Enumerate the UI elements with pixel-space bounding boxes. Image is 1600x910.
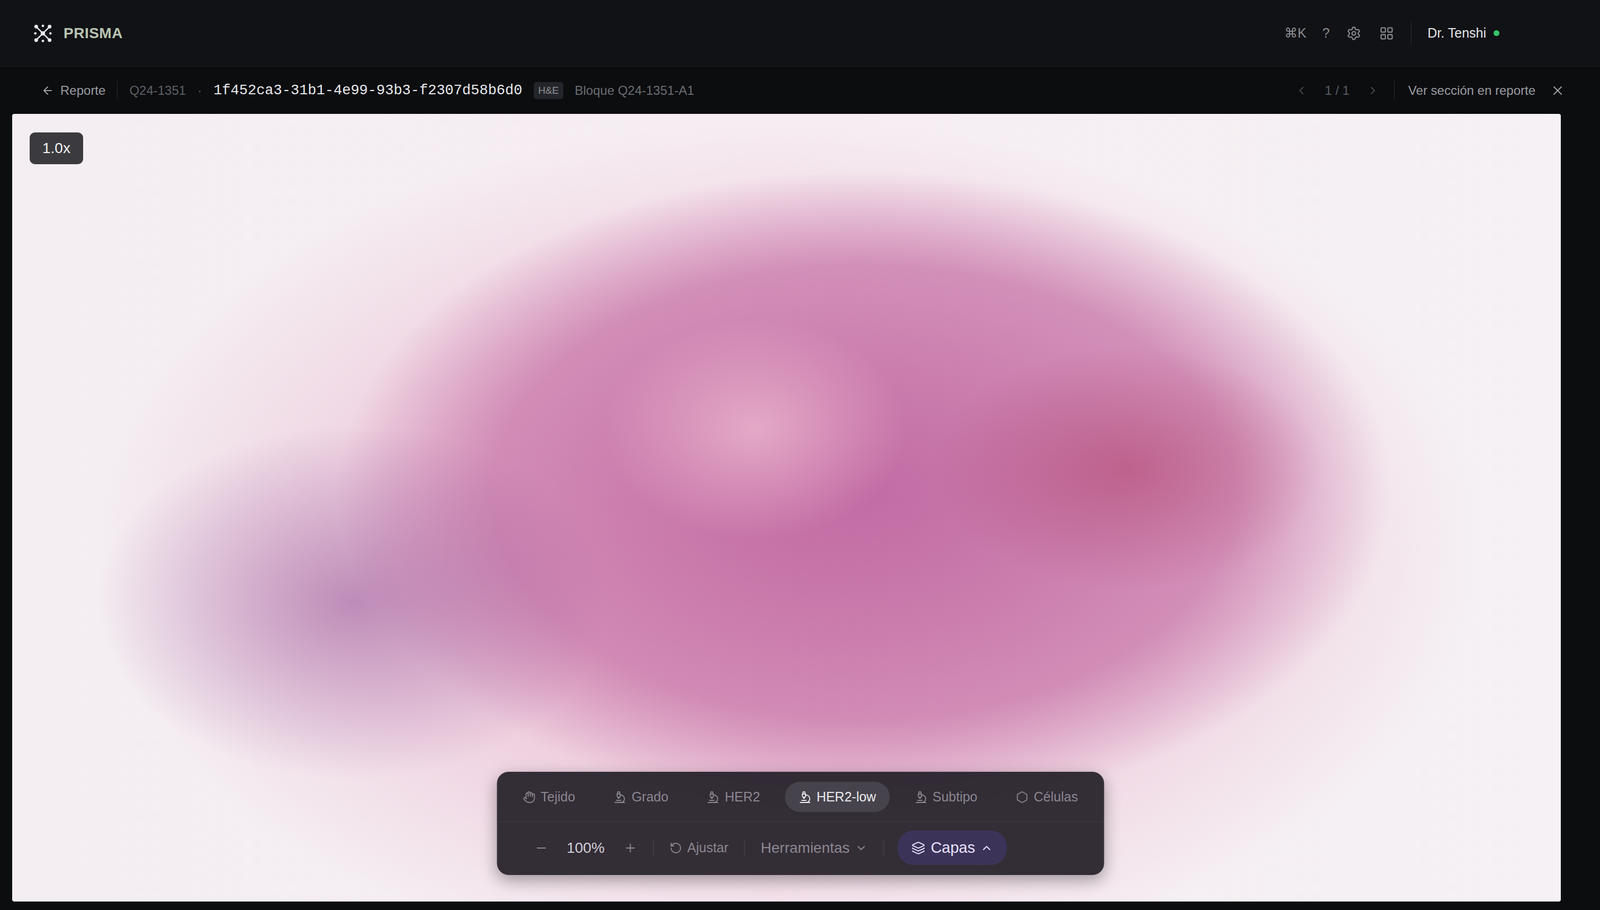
- help-button[interactable]: ?: [1322, 25, 1330, 41]
- layers-button[interactable]: Capas: [897, 830, 1008, 865]
- arrow-left-icon: [41, 84, 55, 97]
- header-actions: ⌘K? Dr. Tenshi: [1284, 21, 1500, 46]
- microscope-icon: [613, 790, 627, 804]
- apps-button[interactable]: [1378, 24, 1396, 42]
- case-id: Q24-1351: [129, 83, 186, 98]
- viewer-area: 1.0x Tejido Grado HER2 HER2-low Subtipo Célula…: [0, 113, 1600, 910]
- model-tab[interactable]: Subtipo: [900, 781, 992, 812]
- block-id: Bloque Q24-1351-A1: [574, 83, 695, 98]
- model-tabs: Tejido Grado HER2 HER2-low Subtipo Células: [497, 771, 1104, 822]
- controls-row: 100% Ajustar Herramientas Capas: [497, 821, 1104, 875]
- separator: [1394, 81, 1395, 101]
- chevron-up-icon: [980, 841, 994, 855]
- back-label: Reporte: [60, 83, 106, 98]
- tab-label: Grado: [631, 788, 669, 805]
- report-section-link[interactable]: Ver sección en reporte: [1408, 83, 1536, 98]
- model-tab[interactable]: Grado: [599, 781, 682, 812]
- model-tab[interactable]: Células: [1002, 781, 1092, 812]
- app-name: PRISMA: [63, 24, 123, 42]
- fit-label: Ajustar: [687, 839, 729, 856]
- user-menu[interactable]: Dr. Tenshi: [1427, 25, 1500, 41]
- zoom-in-button[interactable]: [621, 836, 640, 859]
- dot-separator: ·: [197, 83, 202, 98]
- back-link[interactable]: Reporte: [41, 83, 106, 98]
- online-dot: [1493, 30, 1500, 37]
- tab-label: Tejido: [540, 788, 575, 805]
- separator: [883, 838, 885, 857]
- gear-icon: [1346, 25, 1362, 41]
- microscope-icon: [798, 790, 812, 804]
- separator: [744, 838, 745, 857]
- tab-label: Células: [1034, 788, 1078, 805]
- slide-bar: Reporte Q24-1351 · 1f452ca3-31b1-4e99-93b3-…: [0, 66, 1600, 114]
- slide-info: Reporte Q24-1351 · 1f452ca3-31b1-4e99-93b3-…: [41, 81, 695, 101]
- slide-viewer[interactable]: 1.0x Tejido Grado HER2 HER2-low Subtipo Célula…: [12, 113, 1561, 902]
- zoom-badge: 1.0x: [29, 132, 84, 165]
- brand[interactable]: PRISMA: [32, 23, 123, 44]
- model-tab[interactable]: HER2: [693, 781, 775, 812]
- zoom-value: 100%: [563, 839, 608, 857]
- chevron-left-icon: [1295, 84, 1308, 97]
- grid-icon: [1379, 25, 1395, 41]
- chevron-right-icon: [1366, 84, 1380, 97]
- stain-badge: H&E: [533, 82, 563, 100]
- fit-button[interactable]: Ajustar: [667, 835, 731, 860]
- zoom-out-button[interactable]: [532, 836, 551, 859]
- reset-icon: [669, 841, 682, 855]
- settings-button[interactable]: [1345, 24, 1363, 42]
- chevron-down-icon: [855, 841, 868, 855]
- prev-button[interactable]: [1293, 83, 1309, 98]
- microscope-icon: [706, 790, 720, 804]
- app: PRISMA ⌘K? Dr. Tenshi Reporte Q24-1351 · 1f452…: [0, 0, 1600, 910]
- pager-count: 1 / 1: [1324, 83, 1350, 98]
- tab-label: Subtipo: [932, 788, 978, 805]
- close-button[interactable]: [1549, 82, 1567, 100]
- slide-actions: 1 / 1 Ver sección en reporte: [1293, 81, 1567, 101]
- hexagon-icon: [1016, 790, 1029, 804]
- tab-label: HER2: [724, 788, 761, 805]
- close-icon: [1550, 83, 1566, 98]
- separator: [652, 838, 654, 857]
- tools-label: Herramientas: [760, 839, 850, 857]
- layers-label: Capas: [930, 838, 976, 857]
- hand-icon: [522, 790, 536, 804]
- next-button[interactable]: [1365, 83, 1381, 98]
- header: PRISMA ⌘K? Dr. Tenshi: [0, 0, 1600, 67]
- microscope-icon: [914, 790, 928, 804]
- plus-icon: [623, 840, 637, 855]
- user-name: Dr. Tenshi: [1427, 25, 1487, 41]
- pager: 1 / 1: [1293, 83, 1381, 98]
- minus-icon: [534, 840, 548, 855]
- model-tab[interactable]: Tejido: [508, 781, 589, 812]
- viewer-toolbar: Tejido Grado HER2 HER2-low Subtipo Células 100…: [496, 771, 1104, 875]
- tools-dropdown[interactable]: Herramientas: [758, 834, 870, 861]
- separator: [1410, 21, 1412, 46]
- prisma-logo-icon: [32, 23, 53, 44]
- slide-id: 1f452ca3-31b1-4e99-93b3-f2307d58b6d0: [213, 82, 523, 99]
- model-tab[interactable]: HER2-low: [784, 781, 891, 812]
- tab-label: HER2-low: [816, 788, 877, 805]
- command-shortcut[interactable]: ⌘K: [1284, 25, 1307, 41]
- layers-icon: [911, 840, 926, 855]
- separator: [117, 81, 118, 101]
